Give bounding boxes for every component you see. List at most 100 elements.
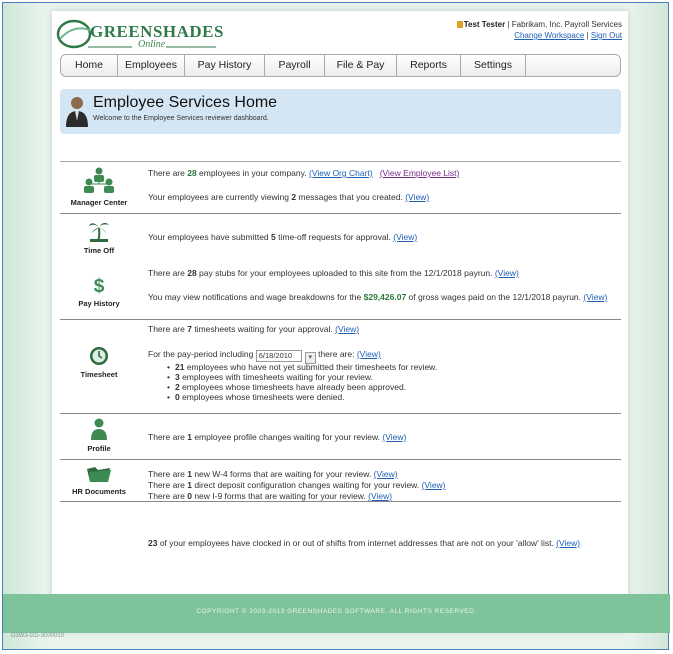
- text: messages that you created.: [296, 192, 406, 202]
- palm-tree-icon: [89, 222, 109, 242]
- timesheet-section: Timesheet There are 7 timesheets waiting…: [60, 319, 621, 414]
- wage-breakdown-line: You may view notifications and wage brea…: [148, 292, 618, 302]
- list-item: 2 employees whose timesheets have alread…: [167, 382, 437, 392]
- text: there are:: [315, 349, 357, 359]
- text: There are: [148, 469, 188, 479]
- person-icon: [91, 418, 107, 440]
- hr-documents-section: HR Documents There are 1 new W-4 forms t…: [60, 459, 621, 502]
- gross-wages-amount: $29,426.07: [363, 292, 407, 302]
- profile-label: Profile: [87, 444, 111, 453]
- page-title: Employee Services Home: [93, 94, 278, 111]
- i9-forms-line: There are 0 new I-9 forms that are waiti…: [148, 491, 392, 501]
- logo-underline: [88, 46, 216, 48]
- folder-icon: [87, 467, 111, 482]
- text: There are: [148, 168, 188, 178]
- view-pay-stubs-link[interactable]: (View): [495, 268, 519, 278]
- user-org: | Fabrikam, Inc. Payroll Services: [505, 20, 622, 29]
- pay-stub-count: 28: [187, 268, 197, 278]
- page-banner: Employee Services Home Welcome to the Em…: [60, 89, 621, 134]
- pay-history-section: $ Pay History There are 28 pay stubs for…: [60, 259, 621, 319]
- nav-file-pay[interactable]: File & Pay: [325, 55, 397, 76]
- text: employees who have not yet submitted the…: [184, 362, 438, 372]
- view-direct-deposit-link[interactable]: (View): [422, 480, 446, 490]
- timesheet-cell[interactable]: Timesheet: [60, 346, 138, 379]
- time-off-line: Your employees have submitted 5 time-off…: [148, 232, 417, 242]
- org-people-icon: [84, 167, 114, 193]
- timesheet-label: Timesheet: [80, 370, 118, 379]
- text: There are: [148, 491, 188, 501]
- app-frame: GREENSHADES Online Test Tester | Fabrika…: [2, 2, 670, 650]
- profile-changes-line: There are 1 employee profile changes wai…: [148, 432, 406, 442]
- list-item: 21 employees who have not yet submitted …: [167, 362, 437, 372]
- text: employee profile changes waiting for you…: [191, 432, 383, 442]
- text: You may view notifications and wage brea…: [148, 292, 364, 302]
- text: employees whose timesheets were denied.: [179, 392, 345, 402]
- hr-documents-label: HR Documents: [72, 487, 126, 496]
- main-nav: Home Employees Pay History Payroll File …: [60, 54, 621, 77]
- w4-forms-line: There are 1 new W-4 forms that are waiti…: [148, 469, 398, 479]
- profile-section: Profile There are 1 employee profile cha…: [60, 413, 621, 460]
- nav-home[interactable]: Home: [61, 55, 118, 76]
- text: employees in your company.: [196, 168, 309, 178]
- clock-icon: [90, 347, 108, 365]
- text: There are: [148, 480, 188, 490]
- view-clock-alert-link[interactable]: (View): [556, 538, 580, 548]
- time-off-cell[interactable]: Time Off: [60, 218, 138, 255]
- text: employees with timesheets waiting for yo…: [179, 372, 373, 382]
- view-org-chart-link[interactable]: (View Org Chart): [309, 168, 373, 178]
- text: of your employees have clocked in or out…: [157, 538, 557, 548]
- view-pay-period-link[interactable]: (View): [357, 349, 381, 359]
- page-subtitle: Welcome to the Employee Services reviewe…: [93, 115, 269, 122]
- view-profile-changes-link[interactable]: (View): [382, 432, 406, 442]
- view-timesheets-link[interactable]: (View): [335, 324, 359, 334]
- nav-settings[interactable]: Settings: [461, 55, 526, 76]
- pay-history-cell[interactable]: $ Pay History: [60, 275, 138, 308]
- dollar-icon: $: [94, 276, 105, 297]
- text: of gross wages paid on the 12/1/2018 pay…: [406, 292, 582, 302]
- manager-center-cell[interactable]: Manager Center: [60, 166, 138, 207]
- direct-deposit-line: There are 1 direct deposit configuration…: [148, 480, 446, 490]
- greenshades-logo[interactable]: GREENSHADES Online: [56, 15, 223, 53]
- profile-cell[interactable]: Profile: [60, 418, 138, 453]
- hr-documents-cell[interactable]: HR Documents: [60, 465, 138, 496]
- pay-period-date-input[interactable]: 6/18/2010: [255, 350, 302, 362]
- svg-text:$: $: [94, 276, 105, 295]
- clock-alert-line: 23 of your employees have clocked in or …: [148, 538, 580, 548]
- text: pay stubs for your employees uploaded to…: [196, 268, 495, 278]
- employee-count: 28: [187, 168, 197, 178]
- text: employees whose timesheets have already …: [179, 382, 407, 392]
- text: There are: [148, 432, 188, 442]
- copyright-text: Copyright © 2003-2013 Greenshades Softwa…: [196, 608, 477, 615]
- nav-employees[interactable]: Employees: [118, 55, 185, 76]
- list-item: 0 employees whose timesheets were denied…: [167, 392, 437, 402]
- page-footer: Copyright © 2003-2013 Greenshades Softwa…: [3, 594, 670, 633]
- manager-center-label: Manager Center: [70, 198, 128, 207]
- pay-history-label: Pay History: [78, 299, 120, 308]
- employee-avatar-icon: [66, 97, 88, 127]
- nav-pay-history[interactable]: Pay History: [185, 55, 265, 76]
- clock-alert-section: 23 of your employees have clocked in or …: [60, 501, 621, 562]
- change-workspace-link[interactable]: Change Workspace: [514, 31, 584, 40]
- timesheets-waiting-line: There are 7 timesheets waiting for your …: [148, 324, 359, 334]
- sign-out-link[interactable]: Sign Out: [591, 31, 622, 40]
- user-box: Test Tester | Fabrikam, Inc. Payroll Ser…: [456, 19, 622, 41]
- text: new W-4 forms that are waiting for your …: [191, 469, 374, 479]
- page-container: GREENSHADES Online Test Tester | Fabrika…: [52, 11, 628, 631]
- user-name: Test Tester: [463, 20, 506, 29]
- view-messages-link[interactable]: (View): [405, 192, 429, 202]
- nav-reports[interactable]: Reports: [397, 55, 461, 76]
- view-time-off-link[interactable]: (View): [393, 232, 417, 242]
- pay-stubs-line: There are 28 pay stubs for your employee…: [148, 268, 519, 278]
- view-w4-link[interactable]: (View): [374, 469, 398, 479]
- view-wage-breakdown-link[interactable]: (View): [583, 292, 607, 302]
- nav-payroll[interactable]: Payroll: [265, 55, 325, 76]
- view-employee-list-link[interactable]: (View Employee List): [380, 168, 460, 178]
- text: For the pay-period including: [148, 349, 256, 359]
- list-item: 3 employees with timesheets waiting for …: [167, 372, 437, 382]
- text: There are: [148, 324, 188, 334]
- lock-icon: [456, 21, 463, 28]
- view-i9-link[interactable]: (View): [368, 491, 392, 501]
- time-off-label: Time Off: [83, 246, 115, 255]
- employee-count-line: There are 28 employees in your company. …: [148, 168, 459, 178]
- text: Your employees are currently viewing: [148, 192, 292, 202]
